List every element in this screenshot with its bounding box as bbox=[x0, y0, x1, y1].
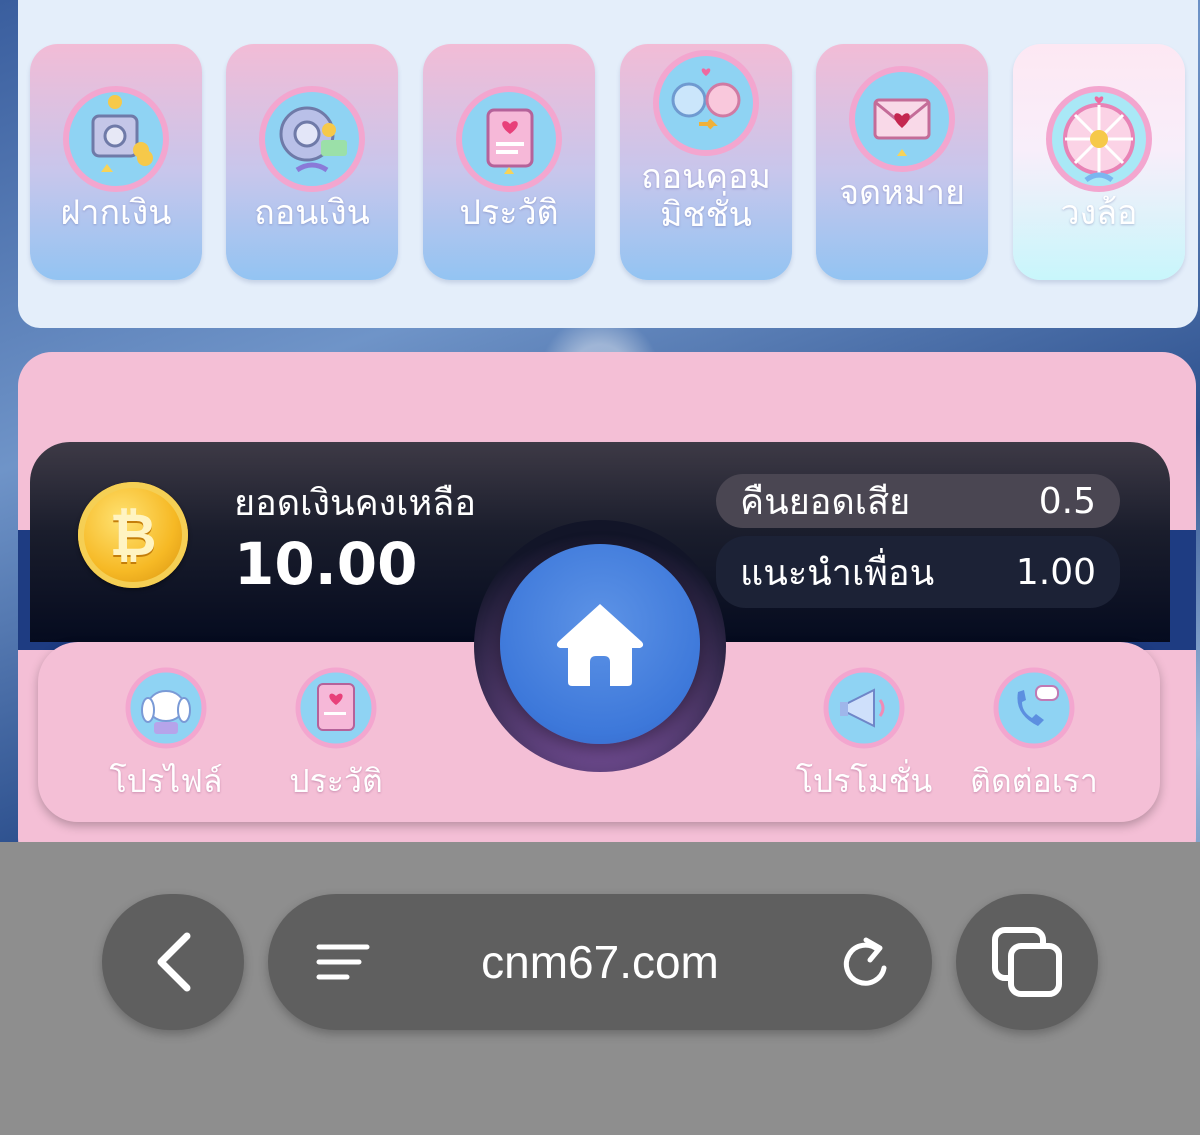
menu-wheel[interactable]: วงล้อ bbox=[1013, 44, 1185, 280]
reload-icon[interactable] bbox=[838, 934, 892, 990]
tabs-button[interactable] bbox=[956, 894, 1098, 1030]
friends-icon bbox=[651, 48, 761, 158]
menu-label: ประวัติ bbox=[459, 193, 559, 233]
nav-profile[interactable]: โปรไฟล์ bbox=[86, 666, 246, 807]
notebook-icon bbox=[294, 666, 378, 750]
cashback-label: คืนยอดเสีย bbox=[740, 481, 911, 523]
balance-label: ยอดเงินคงเหลือ bbox=[234, 483, 476, 524]
back-button[interactable] bbox=[102, 894, 244, 1030]
cashback-stat[interactable]: คืนยอดเสีย 0.5 bbox=[716, 474, 1120, 528]
profile-icon bbox=[124, 666, 208, 750]
phone-chat-icon bbox=[992, 666, 1076, 750]
wheel-icon bbox=[1044, 84, 1154, 194]
menu-withdraw[interactable]: ถอนเงิน bbox=[226, 44, 398, 280]
cashback-value: 0.5 bbox=[1038, 480, 1096, 522]
megaphone-icon bbox=[822, 666, 906, 750]
referral-value: 1.00 bbox=[1015, 551, 1096, 593]
notebook-icon bbox=[454, 84, 564, 194]
mail-heart-icon bbox=[847, 64, 957, 174]
url-text: cnm67.com bbox=[481, 936, 719, 988]
menu-label: วงล้อ bbox=[1060, 193, 1138, 233]
tabs-icon bbox=[992, 927, 1062, 997]
referral-label: แนะนำเพื่อน bbox=[740, 552, 935, 594]
home-icon bbox=[556, 604, 644, 686]
nav-label: ติดต่อเรา bbox=[970, 762, 1098, 800]
menu-label: จดหมาย bbox=[839, 173, 965, 213]
nav-history[interactable]: ประวัติ bbox=[256, 666, 416, 807]
vault-money-icon bbox=[257, 84, 367, 194]
menu-label: ถอนคอมมิชชั่น bbox=[641, 157, 771, 235]
menu-history[interactable]: ประวัติ bbox=[423, 44, 595, 280]
nav-label: โปรไฟล์ bbox=[109, 762, 223, 800]
nav-contact[interactable]: ติดต่อเรา bbox=[954, 666, 1114, 807]
coin-symbol: ₿ bbox=[109, 501, 157, 569]
safe-icon bbox=[61, 84, 171, 194]
home-button[interactable] bbox=[500, 544, 700, 744]
menu-deposit[interactable]: ฝากเงิน bbox=[30, 44, 202, 280]
chevron-left-icon bbox=[157, 932, 191, 992]
nav-promotion[interactable]: โปรโมชั่น bbox=[784, 666, 944, 807]
menu-label: ถอนเงิน bbox=[254, 193, 370, 233]
nav-label: โปรโมชั่น bbox=[795, 762, 933, 800]
menu-mail[interactable]: จดหมาย bbox=[816, 44, 988, 280]
nav-label: ประวัติ bbox=[289, 762, 383, 800]
referral-stat[interactable]: แนะนำเพื่อน 1.00 bbox=[716, 536, 1120, 608]
menu-label: ฝากเงิน bbox=[60, 193, 172, 233]
bitcoin-coin-icon: ₿ bbox=[78, 482, 188, 588]
balance-value: 10.00 bbox=[234, 530, 418, 598]
menu-withdraw-commission[interactable]: ถอนคอมมิชชั่น bbox=[620, 44, 792, 280]
